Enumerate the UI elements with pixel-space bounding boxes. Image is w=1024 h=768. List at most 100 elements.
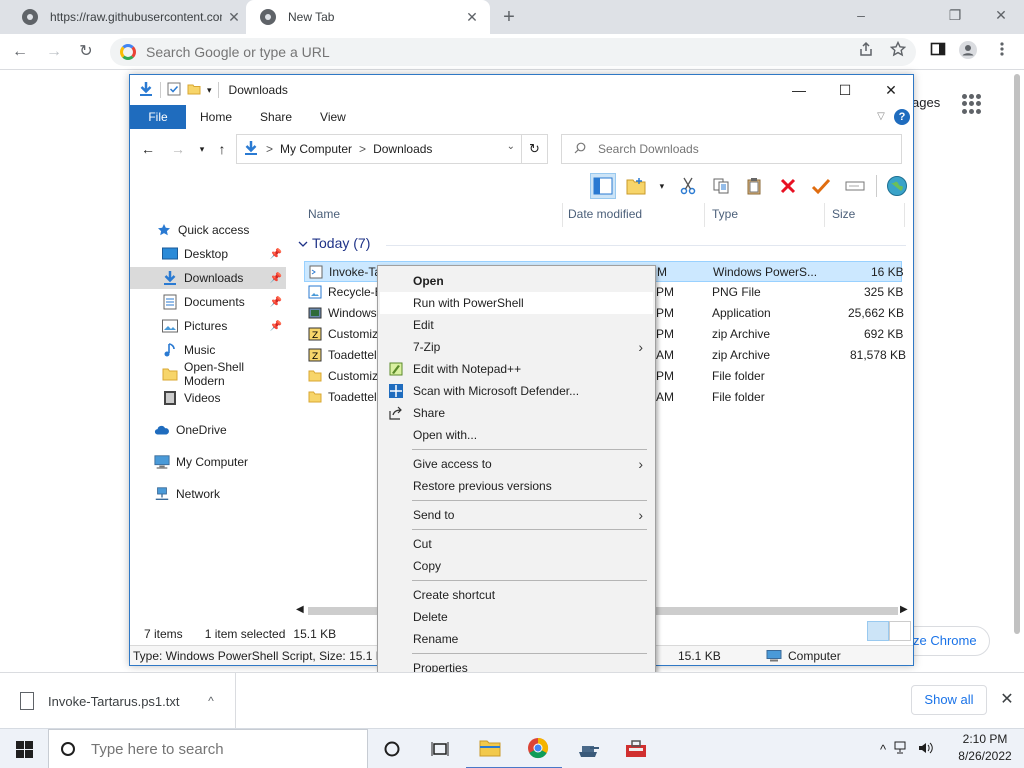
breadcrumb-downloads[interactable]: Downloads [373,142,432,156]
menu-item-edit-notepad[interactable]: Edit with Notepad++ [380,358,653,380]
forward-button[interactable]: → [42,40,66,64]
explorer-title-bar[interactable]: ▾ Downloads — ☐ ✕ [130,75,913,105]
refresh-button[interactable]: ↻ [522,134,548,164]
system-clock[interactable]: 2:10 PM 8/26/2022 [952,731,1018,765]
tab-view[interactable]: View [306,105,360,129]
scroll-right-icon[interactable]: ▶ [900,604,908,615]
menu-item-open[interactable]: Open [380,270,653,292]
show-all-button[interactable]: Show all [911,685,987,715]
google-apps-icon[interactable] [962,94,982,114]
customize-qat-icon[interactable]: ▾ [207,85,212,96]
shelf-close-button[interactable]: ✕ [996,687,1018,713]
download-item[interactable]: Invoke-Tartarus.ps1.txt ^ [0,673,236,729]
nav-music[interactable]: Music [130,339,286,361]
taskbar-search[interactable] [48,729,368,768]
pin-icon[interactable]: 📌 [270,321,282,332]
nav-documents[interactable]: Documents 📌 [130,291,286,313]
search-input[interactable] [598,142,878,156]
tab-close-icon[interactable]: ✕ [460,9,484,26]
new-tab-button[interactable]: + [498,6,520,28]
close-button[interactable]: ✕ [978,0,1024,30]
page-scrollbar[interactable] [1010,70,1024,670]
tray-overflow-icon[interactable]: ^ [880,742,886,757]
large-icons-view-icon[interactable] [889,621,911,641]
rename-icon[interactable] [842,173,867,199]
help-icon[interactable]: ? [894,109,910,125]
copy-icon[interactable] [708,173,733,199]
menu-item-send-to[interactable]: Send to › [380,504,653,526]
restore-button[interactable]: ❐ [932,0,978,30]
search-box[interactable] [561,134,902,164]
side-panel-icon[interactable] [926,40,950,64]
group-header-today[interactable]: Today (7) [298,235,370,251]
pin-icon[interactable]: 📌 [270,249,282,260]
tank-app-icon[interactable] [564,729,612,768]
menu-item-create-shortcut[interactable]: Create shortcut [380,584,653,606]
omnibox-input[interactable] [146,44,746,60]
tab-share[interactable]: Share [246,105,306,129]
file-explorer-taskbar-icon[interactable] [466,729,514,768]
column-date-modified[interactable]: Date modified [568,207,642,221]
share-icon[interactable] [854,40,878,64]
menu-item-open-with[interactable]: Open with... [380,424,653,446]
download-menu-icon[interactable]: ^ [199,694,223,708]
network-globe-icon[interactable] [885,173,910,199]
paste-icon[interactable] [742,173,767,199]
chrome-taskbar-icon[interactable] [514,729,562,768]
details-view-icon[interactable] [867,621,889,641]
nav-network[interactable]: Network [130,483,286,505]
volume-icon[interactable] [918,741,934,758]
address-dropdown-icon[interactable]: ⌄ [507,141,515,152]
pin-icon[interactable]: 📌 [270,297,282,308]
nav-onedrive[interactable]: OneDrive [130,419,286,441]
menu-item-rename[interactable]: Rename [380,628,653,650]
profile-avatar-icon[interactable] [956,40,980,64]
address-bar[interactable]: > My Computer > Downloads ⌄ [236,134,522,164]
network-tray-icon[interactable] [894,741,910,758]
bookmark-star-icon[interactable] [886,40,910,64]
properties-check-icon[interactable] [809,173,834,199]
minimize-button[interactable]: – [838,0,884,30]
tab-new-tab[interactable]: New Tab ✕ [246,0,490,34]
properties-check-icon[interactable] [167,82,181,99]
breadcrumb-my-computer[interactable]: My Computer [280,142,352,156]
menu-item-edit[interactable]: Edit [380,314,653,336]
up-arrow-icon[interactable]: ↑ [212,139,232,159]
nav-videos[interactable]: Videos [130,387,286,409]
column-type[interactable]: Type [712,207,738,221]
menu-item-scan-defender[interactable]: Scan with Microsoft Defender... [380,380,653,402]
images-link[interactable]: ages [912,95,940,110]
column-name[interactable]: Name [308,207,340,221]
nav-quick-access[interactable]: Quick access [130,219,286,241]
toolbox-app-icon[interactable] [612,729,660,768]
recent-locations-icon[interactable]: ▾ [192,139,212,159]
nav-desktop[interactable]: Desktop 📌 [130,243,286,265]
breadcrumb-separator[interactable]: > [359,142,366,156]
explorer-minimize-button[interactable]: — [776,75,822,105]
omnibox[interactable] [110,38,916,66]
new-folder-icon[interactable] [187,82,201,99]
back-arrow-icon[interactable]: ← [138,139,158,159]
pin-icon[interactable]: 📌 [270,273,282,284]
new-item-dropdown-icon[interactable]: ▾ [657,173,667,199]
nav-pictures[interactable]: Pictures 📌 [130,315,286,337]
nav-downloads[interactable]: Downloads 📌 [130,267,286,289]
tab-github-raw[interactable]: https://raw.githubusercontent.com ✕ [8,0,252,34]
menu-item-cut[interactable]: Cut [380,533,653,555]
start-button[interactable] [0,729,48,768]
menu-item-give-access[interactable]: Give access to › [380,453,653,475]
menu-item-7zip[interactable]: 7-Zip › [380,336,653,358]
tab-file[interactable]: File [130,105,186,129]
cut-icon[interactable] [675,173,700,199]
nav-my-computer[interactable]: My Computer [130,451,286,473]
menu-item-delete[interactable]: Delete [380,606,653,628]
delete-icon[interactable] [775,173,800,199]
cortana-icon[interactable] [368,729,416,768]
task-view-icon[interactable] [416,729,464,768]
column-size[interactable]: Size [832,207,855,221]
menu-item-run-with-powershell[interactable]: Run with PowerShell [380,292,653,314]
tab-home[interactable]: Home [186,105,246,129]
nav-open-shell-modern[interactable]: Open-Shell Modern [130,360,286,388]
new-item-icon[interactable] [624,173,649,199]
ribbon-expand-icon[interactable]: ▽ [874,108,888,126]
